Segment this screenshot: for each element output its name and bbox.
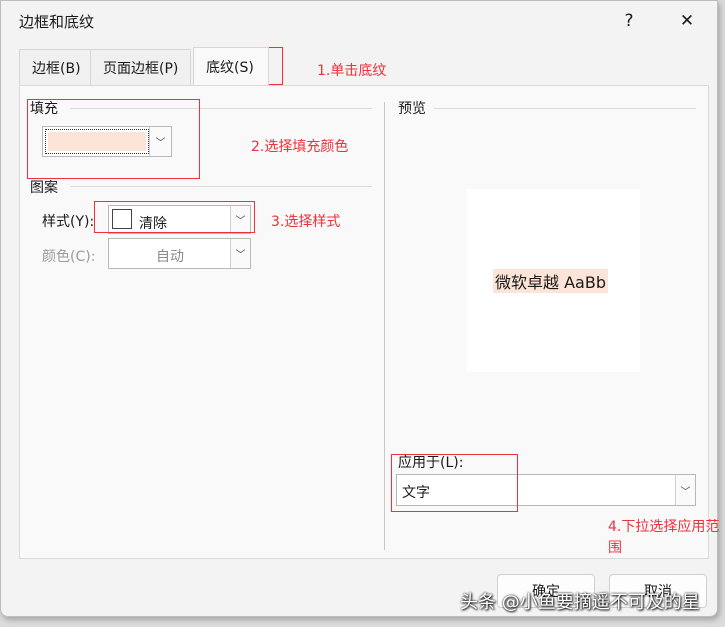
- watermark: 头条 @小鱼要摘遥不可及的星: [460, 592, 700, 613]
- color-label: 颜色(C):: [42, 249, 96, 265]
- borders-and-shading-dialog: 边框和底纹 ? ✕ 边框(B) 页面边框(P) 底纹(S) 填充 ﹀ 图案 样式…: [0, 0, 719, 617]
- annotation-box: [27, 99, 200, 179]
- annotation-box: [94, 201, 255, 233]
- close-button[interactable]: ✕: [667, 5, 707, 37]
- tab-page-border[interactable]: 页面边框(P): [90, 49, 192, 85]
- dialog-title: 边框和底纹: [19, 13, 95, 31]
- preview-area: 微软卓越 AaBb: [467, 189, 640, 372]
- tab-shading[interactable]: 底纹(S): [193, 47, 269, 85]
- pattern-color-dropdown[interactable]: 自动 ﹀: [108, 238, 251, 269]
- annotation-3: 3.选择样式: [271, 214, 341, 230]
- pattern-color-value: 自动: [156, 249, 184, 265]
- preview-label: 预览: [398, 101, 426, 117]
- tab-borders[interactable]: 边框(B): [19, 49, 94, 85]
- pattern-group-label: 图案: [30, 180, 58, 196]
- style-label: 样式(Y):: [42, 214, 95, 230]
- chevron-down-icon: ﹀: [675, 475, 695, 505]
- annotation-1: 1.单击底纹: [317, 63, 387, 79]
- preview-sample-text: 微软卓越 AaBb: [493, 269, 608, 293]
- annotation-4: 4.下拉选择应用范围: [608, 519, 720, 556]
- annotation-box: [391, 454, 518, 512]
- help-button[interactable]: ?: [609, 5, 649, 37]
- chevron-down-icon: ﹀: [230, 239, 250, 268]
- annotation-2: 2.选择填充颜色: [251, 139, 349, 155]
